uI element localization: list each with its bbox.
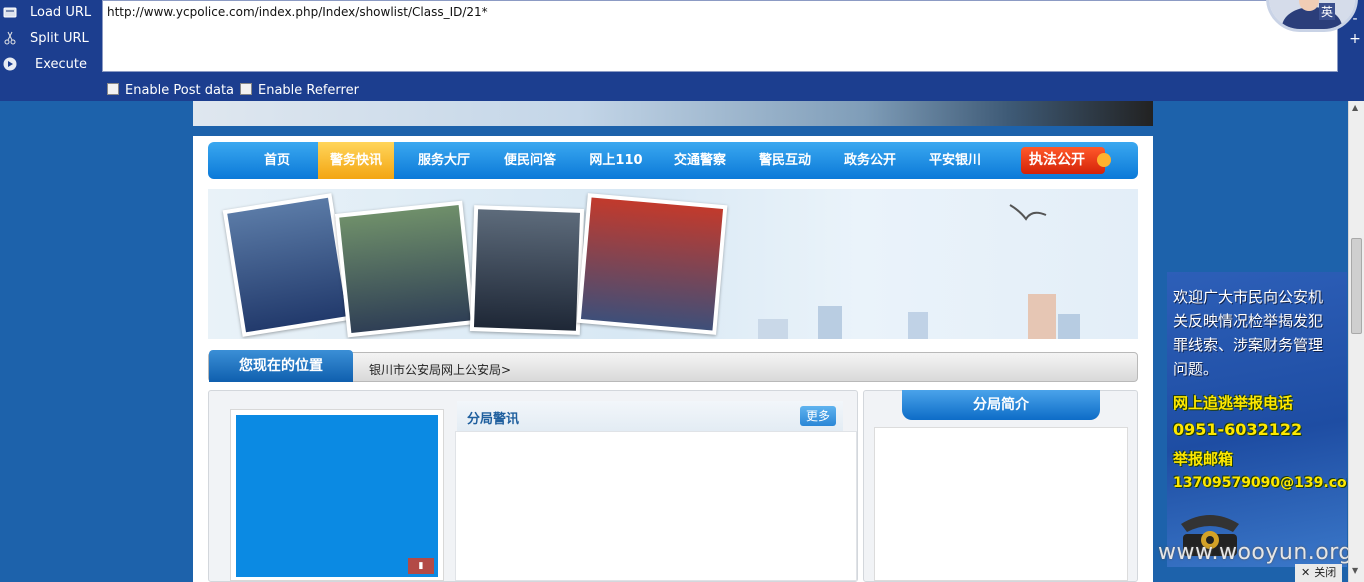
- avatar-image-icon: [1269, 0, 1355, 29]
- checkbox-icon: [240, 83, 252, 95]
- breadcrumb-bar: 您现在的位置 银川市公安局网上公安局>: [208, 350, 1138, 382]
- ad-hotline-number: 0951-6032122: [1173, 420, 1303, 439]
- branch-intro-body: [874, 427, 1128, 581]
- report-floating-ad[interactable]: 欢迎广大市民向公安机 关反映情况检举揭发犯 罪线索、涉案财务管理 问题。 网上追…: [1167, 272, 1347, 567]
- vertical-scrollbar[interactable]: ▲ ▼: [1348, 101, 1364, 582]
- media-tag-icon[interactable]: ▮: [408, 558, 434, 574]
- ad-close-button[interactable]: ✕ 关闭: [1295, 564, 1343, 582]
- banner-photo: [576, 193, 728, 335]
- page-frame: 首页 警务快讯 服务大厅 便民问答 网上110 交通警察 警民互动 政务公开 平…: [193, 101, 1153, 582]
- load-url-button[interactable]: Load URL: [0, 1, 100, 25]
- nav-item-service-hall[interactable]: 服务大厅: [404, 142, 484, 179]
- watermark: www.wooyun.org: [1158, 540, 1353, 565]
- banner-photo: [222, 193, 352, 337]
- header-photo-strip: [193, 101, 1153, 126]
- header-divider: [193, 126, 1153, 136]
- branch-intro-panel: 分局简介: [863, 390, 1138, 582]
- media-frame: ▮: [230, 409, 444, 581]
- execute-label: Execute: [35, 57, 87, 72]
- enable-referrer-checkbox[interactable]: Enable Referrer: [240, 83, 359, 98]
- url-input[interactable]: [102, 0, 1338, 72]
- news-list: [455, 431, 857, 581]
- ad-email: 13709579090@139.com: [1173, 475, 1347, 491]
- load-url-icon: [3, 7, 17, 18]
- main-nav: 首页 警务快讯 服务大厅 便民问答 网上110 交通警察 警民互动 政务公开 平…: [208, 142, 1138, 179]
- split-url-label: Split URL: [30, 31, 89, 46]
- load-url-label: Load URL: [30, 5, 92, 20]
- ad-text-line: 罪线索、涉案财务管理: [1173, 336, 1324, 354]
- nav-item-home[interactable]: 首页: [242, 142, 312, 179]
- enable-post-checkbox[interactable]: Enable Post data: [107, 83, 234, 98]
- ad-text-line: 欢迎广大市民向公安机: [1173, 288, 1324, 306]
- banner-photo: [334, 200, 476, 338]
- hackbar-toolbar: Load URL Split URL Execute - + Enable Po…: [0, 0, 1364, 101]
- ad-close-label: 关闭: [1314, 566, 1337, 579]
- news-panel: ▮ 分局警讯 更多: [208, 390, 858, 582]
- breadcrumb-title: 您现在的位置: [209, 350, 353, 382]
- branch-intro-title: 分局简介: [902, 390, 1100, 420]
- nav-item-police-news[interactable]: 警务快讯: [318, 142, 394, 179]
- play-icon: [3, 57, 17, 71]
- news-title: 分局警讯: [467, 412, 520, 427]
- ad-hotline-label: 网上追逃举报电话: [1173, 394, 1294, 412]
- more-button[interactable]: 更多: [800, 406, 836, 426]
- seagull-icon: [1009, 204, 1047, 221]
- arrow-circle-icon: [1097, 153, 1111, 167]
- checkbox-icon: [107, 83, 119, 95]
- nav-item-online-110[interactable]: 网上110: [576, 142, 656, 179]
- ime-indicator: 英: [1319, 3, 1336, 20]
- law-enforcement-label: 执法公开: [1029, 152, 1085, 168]
- ad-text-line: 关反映情况检举揭发犯: [1173, 312, 1324, 330]
- nav-item-faq[interactable]: 便民问答: [490, 142, 570, 179]
- banner-photo: [469, 205, 585, 335]
- enable-post-label: Enable Post data: [125, 83, 235, 98]
- nav-item-traffic-police[interactable]: 交通警察: [660, 142, 740, 179]
- scroll-thumb[interactable]: [1351, 238, 1362, 334]
- nav-item-government-affairs[interactable]: 政务公开: [830, 142, 910, 179]
- ad-text-line: 问题。: [1173, 360, 1219, 378]
- media-placeholder[interactable]: ▮: [236, 415, 438, 577]
- scissors-icon: [4, 31, 16, 45]
- split-url-button[interactable]: Split URL: [0, 27, 100, 51]
- banner: [208, 189, 1138, 339]
- city-skyline-icon: [758, 294, 1080, 339]
- expand-button[interactable]: +: [1348, 32, 1362, 46]
- breadcrumb[interactable]: 银川市公安局网上公安局>: [369, 361, 511, 378]
- ad-email-label: 举报邮箱: [1173, 450, 1234, 468]
- law-enforcement-button[interactable]: 执法公开: [1021, 147, 1111, 174]
- close-icon: ✕: [1301, 566, 1311, 579]
- execute-button[interactable]: Execute: [0, 53, 100, 77]
- enable-referrer-label: Enable Referrer: [258, 83, 359, 98]
- nav-item-safe-yinchuan[interactable]: 平安银川: [915, 142, 995, 179]
- scroll-up-arrow-icon[interactable]: ▲: [1352, 103, 1358, 112]
- scroll-down-arrow-icon[interactable]: ▼: [1352, 566, 1358, 575]
- news-header: 分局警讯 更多: [457, 401, 843, 431]
- nav-item-interaction[interactable]: 警民互动: [745, 142, 825, 179]
